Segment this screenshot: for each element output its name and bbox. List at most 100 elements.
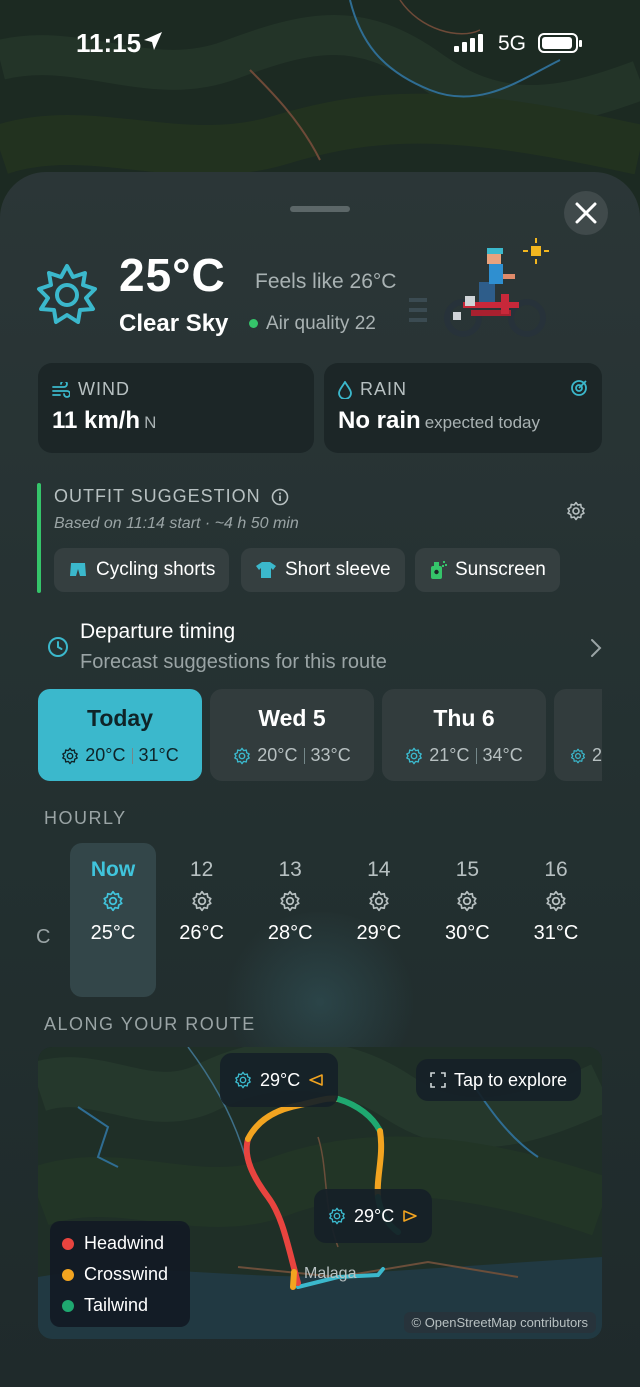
condition-text: Clear Sky [119, 310, 229, 337]
hour-temperature: 28°C [267, 922, 313, 944]
hourly-column[interactable]: Now 25°C [70, 858, 156, 945]
sun-small-icon [234, 747, 251, 764]
chevron-right-icon[interactable] [590, 638, 602, 658]
badge-temp: 29°C [354, 1205, 395, 1226]
hourly-edge-text: C [36, 926, 51, 948]
outfit-chip-shorts[interactable]: Cycling shorts [54, 548, 230, 592]
wind-speed: 11 km/h [52, 407, 141, 434]
hourly-column[interactable]: 12 26°C [159, 858, 245, 945]
hourly-column[interactable]: 13 28°C [247, 858, 333, 945]
wind-card[interactable]: WIND 11 km/h N [38, 363, 314, 453]
day-temps: 20°C 33°C [210, 745, 374, 766]
wind-label-row: WIND [52, 379, 130, 400]
legend-headwind: Headwind [62, 1233, 164, 1254]
hourly-column[interactable]: 14 29°C [336, 858, 422, 945]
radar-icon [571, 380, 587, 396]
sun-small-icon [70, 890, 156, 914]
hour-label: 14 [367, 858, 391, 881]
sun-icon [37, 264, 97, 324]
route-temp-badge-bottom[interactable]: 29°C [314, 1189, 433, 1243]
sun-small-icon [235, 1071, 251, 1089]
hour-temperature: 25°C [90, 922, 136, 944]
sun-small-icon [336, 890, 422, 914]
legend-label: Headwind [84, 1233, 165, 1253]
wind-arrow-icon [403, 1210, 418, 1222]
day-card-thu[interactable]: Thu 6 21°C 34°C [382, 689, 546, 781]
hour-label: 13 [278, 858, 302, 881]
battery-icon [538, 33, 582, 53]
map-attribution[interactable]: © OpenStreetMap contributors [403, 1312, 596, 1333]
close-icon [575, 202, 597, 224]
outfit-title-row: OUTFIT SUGGESTION [54, 486, 289, 507]
hourly-column[interactable]: 15 30°C [424, 858, 510, 945]
expand-icon [430, 1072, 446, 1088]
hour-temperature: 26°C [179, 922, 224, 944]
route-map[interactable]: 29°C Tap to explore 29°C Malaga Headwind… [38, 1047, 602, 1339]
hourly-column[interactable]: 16 31°C [513, 858, 599, 945]
legend-label: Tailwind [84, 1295, 149, 1315]
sunscreen-icon [431, 561, 447, 579]
hour-label: 16 [544, 858, 568, 881]
info-icon[interactable] [271, 488, 289, 506]
shorts-icon [70, 563, 86, 576]
route-temp-badge-top[interactable]: 29°C [220, 1053, 339, 1107]
sun-small-icon [406, 747, 423, 764]
network-type: 5G [498, 32, 527, 55]
wind-direction: N [144, 413, 157, 432]
rain-value: No rain [338, 407, 421, 434]
rain-card[interactable]: RAIN No rain expected today [324, 363, 602, 453]
route-label: ALONG YOUR ROUTE [44, 1014, 256, 1034]
legend-tailwind: Tailwind [62, 1295, 148, 1316]
departure-title[interactable]: Departure timing [80, 620, 235, 644]
clock-icon [48, 637, 68, 657]
hourly-label: HOURLY [44, 808, 127, 828]
day-low: 20°C [85, 745, 126, 765]
tailwind-dot [62, 1299, 74, 1312]
wind-value-row: 11 km/h N [52, 407, 156, 435]
wind-label: WIND [78, 379, 130, 399]
sheet-grabber[interactable] [290, 206, 350, 212]
hour-label: 15 [455, 858, 480, 881]
raindrop-icon [338, 380, 352, 399]
tap-to-explore-button[interactable]: Tap to explore [416, 1059, 582, 1101]
hour-temperature: 30°C [445, 922, 490, 944]
outfit-chip-sleeve[interactable]: Short sleeve [241, 548, 405, 592]
outfit-subtitle: Based on 11:14 start · ~4 h 50 min [54, 515, 299, 532]
cyclist-illustration-icon [409, 238, 549, 337]
outfit-chip-sunscreen[interactable]: Sunscreen [415, 548, 560, 592]
sun-small-icon [247, 890, 333, 914]
feels-like: Feels like 26°C [255, 270, 397, 293]
weather-sheet: 25°C Feels like 26°C Clear Sky Air quali… [0, 172, 640, 1387]
sun-small-icon [62, 747, 79, 764]
rain-note: expected today [424, 413, 540, 432]
day-high: 33°C [310, 745, 351, 765]
day-low: 21°C [429, 745, 470, 765]
day-name: Thu 6 [433, 705, 495, 731]
day-card-partial[interactable]: 2 [554, 689, 602, 781]
wind-legend: Headwind Crosswind Tailwind [50, 1221, 190, 1327]
day-name: Wed 5 [258, 705, 326, 731]
day-low: 20°C [257, 745, 298, 765]
chip-label-shorts: Cycling shorts [96, 559, 216, 580]
outfit-accent-bar [37, 483, 41, 593]
day-card-today[interactable]: Today 20°C 31°C [38, 689, 202, 781]
day-card-wed[interactable]: Wed 5 20°C 33°C [210, 689, 374, 781]
chip-label-sunscreen: Sunscreen [455, 559, 546, 580]
status-time: 11:15 [76, 28, 142, 58]
rain-value-row: No rain expected today [338, 407, 540, 435]
day-temps: 21°C 34°C [382, 745, 546, 766]
air-quality-dot [249, 319, 258, 328]
location-arrow-icon [144, 32, 162, 50]
rain-label-row: RAIN [338, 379, 407, 400]
sun-small-icon [424, 890, 510, 914]
settings-gear-icon[interactable] [566, 501, 586, 521]
map-place-label: Malaga [304, 1265, 357, 1282]
sun-small-icon [159, 890, 245, 914]
tshirt-icon [256, 562, 276, 578]
sun-small-icon [513, 890, 599, 914]
close-button[interactable] [564, 191, 608, 235]
status-bar: 11:15 5G [0, 0, 640, 90]
hour-temperature: 29°C [356, 922, 402, 944]
legend-crosswind: Crosswind [62, 1264, 168, 1285]
wind-icon [52, 381, 70, 398]
